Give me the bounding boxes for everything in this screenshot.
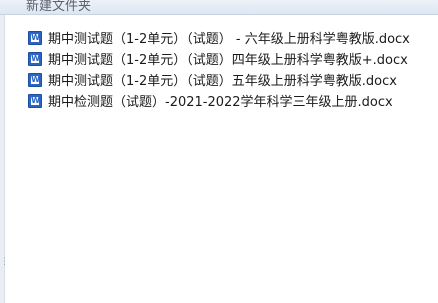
file-name: 期中测试题（1-2单元）（试题）五年级上册科学粤教版.docx (48, 74, 397, 89)
file-name: 期中检测题（试题）-2021-2022学年科学三年级上册.docx (48, 95, 393, 110)
pane-resize-mark: ⋮ (0, 257, 9, 267)
word-doc-icon (28, 72, 42, 87)
file-item[interactable]: 期中测试题（1-2单元）（试题） - 六年级上册科学粤教版.docx (28, 27, 428, 48)
file-item[interactable]: 期中测试题（1-2单元）（试题）四年级上册科学粤教版+.docx (28, 48, 428, 69)
file-list: 期中测试题（1-2单元）（试题） - 六年级上册科学粤教版.docx 期中测试题… (28, 27, 428, 111)
word-doc-icon (28, 93, 42, 108)
word-doc-icon (28, 51, 42, 66)
folder-title: 新建文件夹 (26, 0, 92, 14)
file-item[interactable]: 期中检测题（试题）-2021-2022学年科学三年级上册.docx (28, 90, 428, 111)
folder-header: 新建文件夹 (0, 0, 438, 15)
word-doc-icon (28, 30, 42, 45)
file-name: 期中测试题（1-2单元）（试题）四年级上册科学粤教版+.docx (48, 53, 408, 68)
file-name: 期中测试题（1-2单元）（试题） - 六年级上册科学粤教版.docx (48, 32, 410, 47)
file-item[interactable]: 期中测试题（1-2单元）（试题）五年级上册科学粤教版.docx (28, 69, 428, 90)
